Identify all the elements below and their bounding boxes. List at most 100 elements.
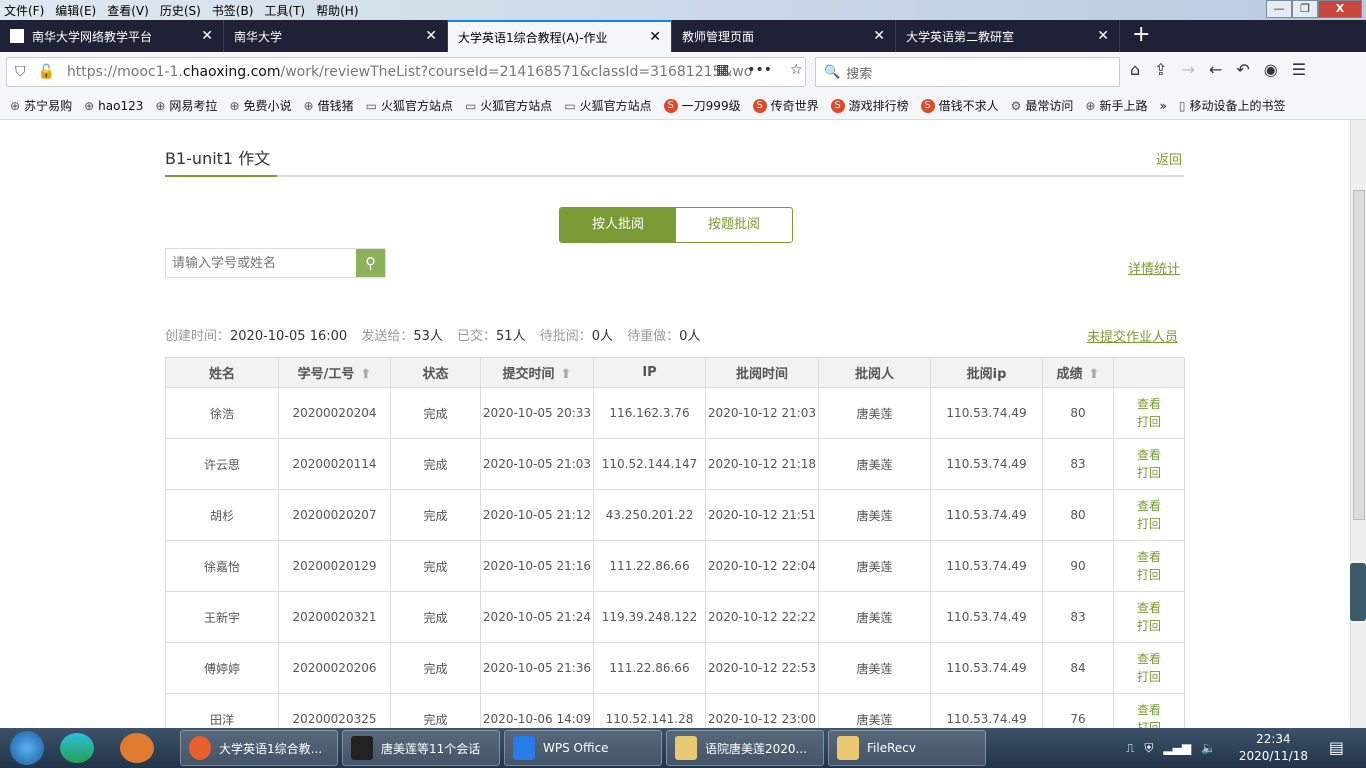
bookmark[interactable]: S 借钱不求人 bbox=[920, 97, 999, 114]
taskbar-folder[interactable]: FileRecv bbox=[828, 730, 986, 766]
bookmark-folder[interactable]: ▭ 火狐官方站点 bbox=[465, 97, 552, 114]
reject-link[interactable]: 打回 bbox=[1114, 668, 1184, 686]
unsubmitted-students-link[interactable]: 未提交作业人员 bbox=[1087, 326, 1178, 345]
usb-icon[interactable]: ⎍ bbox=[1126, 741, 1134, 756]
sort-up-icon[interactable]: ⬆ bbox=[360, 367, 371, 382]
review-by-question-button[interactable]: 按题批阅 bbox=[676, 208, 792, 242]
more-icon[interactable]: ••• bbox=[747, 62, 772, 78]
globe-icon: ⊕ bbox=[303, 98, 314, 113]
reject-link[interactable]: 打回 bbox=[1114, 515, 1184, 533]
scroll-thumb[interactable] bbox=[1353, 190, 1365, 520]
home-icon[interactable]: ⌂ bbox=[1130, 60, 1140, 79]
column-header[interactable]: 成绩 ⬆ bbox=[1042, 357, 1114, 388]
page-content: B1-unit1 作文 返回 按人批阅 按题批阅 ⚲ 详情统计 创建时间：202… bbox=[0, 120, 1350, 728]
close-tab-icon[interactable]: ✕ bbox=[425, 28, 437, 44]
view-link[interactable]: 查看 bbox=[1114, 650, 1184, 668]
bookmark-folder[interactable]: ▭ 火狐官方站点 bbox=[564, 97, 651, 114]
view-link[interactable]: 查看 bbox=[1114, 548, 1184, 566]
bookmark[interactable]: S 一刀999级 bbox=[663, 97, 741, 114]
column-header[interactable]: 学号/工号 ⬆ bbox=[278, 357, 391, 388]
star-icon[interactable]: ☆ bbox=[790, 62, 803, 78]
taskbar-wps[interactable]: WPS Office bbox=[504, 730, 662, 766]
taskbar-qq[interactable]: 唐美莲等11个会话 bbox=[342, 730, 500, 766]
review-by-student-button[interactable]: 按人批阅 bbox=[560, 208, 676, 242]
column-header bbox=[1113, 357, 1185, 388]
insecure-lock-icon[interactable]: 🔓 bbox=[38, 64, 55, 80]
globe-icon: ⊕ bbox=[10, 98, 21, 113]
menu-help[interactable]: 帮助(H) bbox=[316, 2, 358, 19]
bookmark[interactable]: S 游戏排行榜 bbox=[830, 97, 909, 114]
close-tab-icon[interactable]: ✕ bbox=[873, 28, 885, 44]
minimize-button[interactable]: — bbox=[1266, 0, 1292, 18]
back-link[interactable]: 返回 bbox=[1156, 149, 1182, 168]
bookmark[interactable]: ⚙ 最常访问 bbox=[1011, 97, 1074, 114]
back-icon[interactable]: ← bbox=[1209, 60, 1222, 79]
search-button[interactable]: ⚲ bbox=[356, 249, 385, 277]
reject-link[interactable]: 打回 bbox=[1114, 719, 1184, 728]
tab[interactable]: 大学英语第二教研室 ✕ bbox=[896, 20, 1120, 52]
bookmark[interactable]: ⊕ 免费小说 bbox=[229, 97, 291, 114]
taskbar-firefox[interactable]: 大学英语1综合教... bbox=[180, 730, 338, 766]
detail-stats-link[interactable]: 详情统计 bbox=[1128, 258, 1180, 277]
mobile-bookmarks[interactable]: ▯ 移动设备上的书签 bbox=[1179, 97, 1286, 114]
maximize-button[interactable]: ❐ bbox=[1292, 0, 1318, 18]
new-tab-button[interactable]: + bbox=[1120, 20, 1162, 52]
view-link[interactable]: 查看 bbox=[1114, 599, 1184, 617]
forward-icon[interactable]: → bbox=[1182, 60, 1195, 79]
video-player-icon[interactable] bbox=[60, 733, 94, 763]
close-window-button[interactable]: X bbox=[1318, 0, 1362, 18]
account-icon[interactable]: ◉ bbox=[1264, 60, 1278, 79]
view-link[interactable]: 查看 bbox=[1114, 497, 1184, 515]
app-icon[interactable] bbox=[120, 733, 154, 763]
menu-file[interactable]: 文件(F) bbox=[4, 2, 44, 19]
s-icon: S bbox=[752, 98, 767, 113]
cell-score: 83 bbox=[1042, 591, 1114, 643]
reject-link[interactable]: 打回 bbox=[1114, 464, 1184, 482]
close-tab-icon[interactable]: ✕ bbox=[649, 29, 661, 45]
student-search-input[interactable] bbox=[166, 249, 357, 277]
view-link[interactable]: 查看 bbox=[1114, 446, 1184, 464]
bookmark[interactable]: ⊕ 苏宁易购 bbox=[10, 97, 72, 114]
menu-tools[interactable]: 工具(T) bbox=[264, 2, 305, 19]
column-header[interactable]: 提交时间 ⬆ bbox=[480, 357, 594, 388]
menu-icon[interactable]: ☰ bbox=[1292, 60, 1306, 79]
search-input[interactable]: 🔍 搜索 bbox=[815, 57, 1120, 87]
bookmark[interactable]: ⊕ 网易考拉 bbox=[155, 97, 217, 114]
menu-edit[interactable]: 编辑(E) bbox=[55, 2, 96, 19]
view-link[interactable]: 查看 bbox=[1114, 701, 1184, 719]
notification-icon[interactable]: ▤ bbox=[1329, 738, 1344, 757]
clock[interactable]: 22:34 2020/11/18 bbox=[1239, 731, 1308, 765]
download-icon[interactable]: ⇪ bbox=[1154, 60, 1167, 79]
menu-history[interactable]: 历史(S) bbox=[160, 2, 201, 19]
undo-icon[interactable]: ↶ bbox=[1236, 60, 1249, 79]
reject-link[interactable]: 打回 bbox=[1114, 617, 1184, 635]
volume-icon[interactable]: 🔈 bbox=[1201, 741, 1216, 755]
bookmark[interactable]: S 传奇世界 bbox=[752, 97, 819, 114]
bookmark-folder[interactable]: ▭ 火狐官方站点 bbox=[366, 97, 453, 114]
network-icon[interactable]: ▂▄▆ bbox=[1163, 741, 1191, 755]
tab-active[interactable]: 大学英语1综合教程(A)-作业 ✕ bbox=[448, 20, 672, 52]
vertical-scrollbar[interactable] bbox=[1350, 120, 1366, 728]
close-tab-icon[interactable]: ✕ bbox=[1097, 28, 1109, 44]
bookmark[interactable]: ⊕ hao123 bbox=[84, 99, 143, 113]
start-button[interactable] bbox=[10, 731, 44, 765]
taskbar-folder[interactable]: 语院唐美莲2020... bbox=[666, 730, 824, 766]
tab[interactable]: 南华大学 ✕ bbox=[224, 20, 448, 52]
qr-code-icon[interactable]: ▦ bbox=[716, 62, 729, 78]
side-widget[interactable] bbox=[1350, 563, 1366, 621]
view-link[interactable]: 查看 bbox=[1114, 395, 1184, 413]
menu-bookmarks[interactable]: 书签(B) bbox=[212, 2, 254, 19]
tab[interactable]: 南华大学网络教学平台 ✕ bbox=[0, 20, 224, 52]
overflow-chevron-icon[interactable]: » bbox=[1159, 99, 1166, 113]
reject-link[interactable]: 打回 bbox=[1114, 566, 1184, 584]
close-tab-icon[interactable]: ✕ bbox=[201, 28, 213, 44]
sort-up-icon[interactable]: ⬆ bbox=[561, 367, 572, 382]
reject-link[interactable]: 打回 bbox=[1114, 413, 1184, 431]
url-bar[interactable]: ⛉ 🔓 https://mooc1-1. chaoxing.com/work/rev… bbox=[6, 57, 806, 87]
bookmark[interactable]: ⊕ 借钱猪 bbox=[304, 97, 354, 114]
tab[interactable]: 教师管理页面 ✕ bbox=[672, 20, 896, 52]
menu-view[interactable]: 查看(V) bbox=[107, 2, 149, 19]
bookmark[interactable]: ⊕ 新手上路 bbox=[1085, 97, 1147, 114]
sort-up-icon[interactable]: ⬆ bbox=[1089, 367, 1100, 382]
security-icon[interactable]: ⛨ bbox=[1144, 741, 1153, 756]
